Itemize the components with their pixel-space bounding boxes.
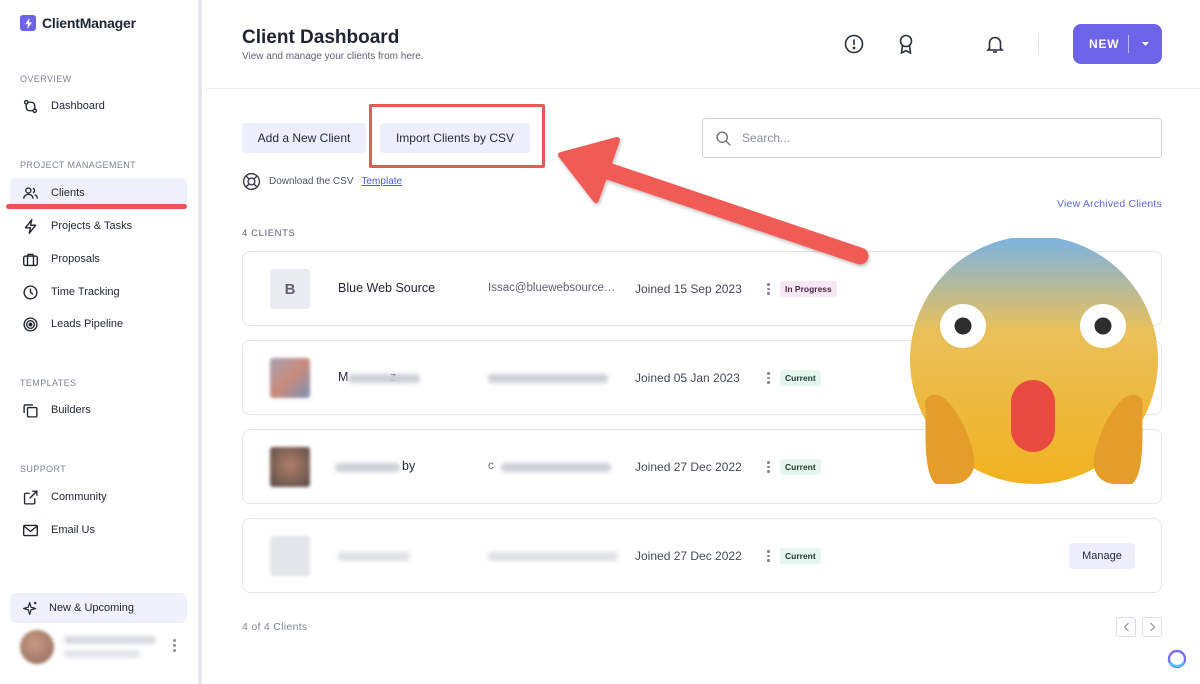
sparkle-icon	[23, 601, 37, 615]
redacted-email	[501, 463, 611, 472]
profile-menu-icon[interactable]	[173, 639, 176, 652]
sidebar-item-dashboard[interactable]: Dashboard	[10, 91, 187, 121]
avatar	[20, 630, 54, 664]
sidebar-item-proposals[interactable]: Proposals	[10, 244, 187, 274]
search-icon	[716, 130, 731, 146]
section-support: SUPPORT	[20, 464, 67, 474]
redacted-user-email	[64, 650, 140, 658]
header-divider	[1038, 34, 1039, 54]
lightning-icon	[24, 218, 37, 234]
users-icon	[23, 186, 38, 199]
client-count: 4 CLIENTS	[242, 228, 296, 239]
import-highlight-annotation	[369, 104, 545, 168]
row-menu-icon[interactable]	[767, 372, 770, 384]
client-avatar	[270, 358, 310, 398]
sidebar-item-label: Builders	[51, 404, 91, 416]
page-header: Client Dashboard View and manage your cl…	[206, 0, 1200, 89]
active-underline-annotation	[6, 204, 187, 209]
sidebar: ClientManager OVERVIEW Dashboard PROJECT…	[0, 0, 202, 684]
redacted-name	[335, 463, 400, 472]
sidebar-item-email-us[interactable]: Email Us	[10, 515, 187, 545]
page-title: Client Dashboard	[242, 27, 400, 48]
client-row[interactable]: Joined 27 Dec 2022 Current Manage	[242, 518, 1162, 593]
view-archived-link[interactable]: View Archived Clients	[1057, 198, 1162, 210]
lightning-logo-icon	[20, 15, 36, 31]
client-name[interactable]: Blue Web Source	[338, 281, 458, 295]
mail-icon	[23, 524, 38, 536]
row-menu-icon[interactable]	[767, 550, 770, 562]
caret-down-icon[interactable]	[1129, 41, 1162, 47]
upcoming-label: New & Upcoming	[49, 602, 134, 614]
client-joined-date: Joined 27 Dec 2022	[635, 549, 742, 563]
target-icon	[23, 316, 38, 332]
section-templates: TEMPLATES	[20, 378, 77, 388]
sidebar-item-label: Time Tracking	[51, 286, 120, 298]
sidebar-item-time-tracking[interactable]: Time Tracking	[10, 277, 187, 307]
sidebar-item-projects[interactable]: Projects & Tasks	[10, 211, 187, 241]
new-button[interactable]: NEW	[1073, 24, 1162, 64]
award-icon[interactable]	[895, 33, 917, 55]
download-csv-text: Download the CSV	[269, 176, 354, 187]
new-upcoming-button[interactable]: New & Upcoming	[10, 593, 187, 623]
sidebar-item-leads[interactable]: Leads Pipeline	[10, 309, 187, 339]
sidebar-item-label: Dashboard	[51, 100, 105, 112]
row-menu-icon[interactable]	[767, 283, 770, 295]
sidebar-item-label: Projects & Tasks	[51, 220, 133, 232]
clock-icon	[23, 284, 38, 300]
sidebar-item-builders[interactable]: Builders	[10, 395, 187, 425]
row-menu-icon[interactable]	[767, 461, 770, 473]
status-badge: In Progress	[780, 281, 837, 297]
chevron-left-icon	[1123, 622, 1129, 632]
redacted-email	[488, 552, 618, 561]
manage-button[interactable]: Manage	[1069, 543, 1135, 569]
search-box[interactable]	[702, 118, 1162, 158]
client-email: c	[488, 460, 494, 472]
new-button-label: NEW	[1089, 37, 1120, 51]
client-email: Issac@bluewebsource.com	[488, 282, 616, 294]
sidebar-item-label: Clients	[51, 187, 85, 199]
sidebar-item-label: Proposals	[51, 253, 100, 265]
section-overview: OVERVIEW	[20, 74, 72, 84]
search-input[interactable]	[742, 131, 1122, 145]
next-page-button[interactable]	[1142, 617, 1162, 637]
sidebar-item-label: Leads Pipeline	[51, 318, 124, 330]
dashboard-icon	[23, 99, 38, 113]
sidebar-item-label: Community	[51, 491, 107, 503]
user-profile[interactable]	[20, 628, 190, 666]
redacted-user-name	[64, 636, 156, 644]
client-avatar	[270, 447, 310, 487]
shocked-face-emoji-icon	[910, 238, 1158, 484]
briefcase-icon	[23, 253, 38, 266]
sidebar-item-label: Email Us	[51, 524, 96, 536]
external-link-icon	[23, 489, 38, 505]
app-name: ClientManager	[42, 15, 136, 31]
app-logo[interactable]: ClientManager	[20, 15, 136, 31]
pagination-label: 4 of 4 Clients	[242, 621, 308, 633]
redacted-name	[348, 374, 420, 383]
add-client-button[interactable]: Add a New Client	[242, 123, 366, 153]
status-badge: Current	[780, 548, 821, 564]
chat-support-icon[interactable]	[1166, 648, 1188, 670]
template-link[interactable]: Template	[362, 176, 403, 187]
redacted-name	[338, 552, 410, 561]
page-subtitle: View and manage your clients from here.	[242, 51, 424, 62]
bell-icon[interactable]	[984, 33, 1006, 55]
client-joined-date: Joined 15 Sep 2023	[635, 282, 742, 296]
status-badge: Current	[780, 370, 821, 386]
client-joined-date: Joined 27 Dec 2022	[635, 460, 742, 474]
status-badge: Current	[780, 459, 821, 475]
lifebuoy-icon	[242, 172, 261, 191]
sidebar-item-community[interactable]: Community	[10, 482, 187, 512]
csv-template-row: Download the CSV Template	[242, 172, 402, 191]
client-avatar: B	[270, 269, 310, 309]
info-alert-icon[interactable]	[843, 33, 865, 55]
client-joined-date: Joined 05 Jan 2023	[635, 371, 740, 385]
chevron-right-icon	[1149, 622, 1155, 632]
copy-icon	[23, 403, 38, 418]
prev-page-button[interactable]	[1116, 617, 1136, 637]
section-project-management: PROJECT MANAGEMENT	[20, 160, 137, 170]
client-avatar	[270, 536, 310, 576]
redacted-email	[488, 374, 608, 383]
